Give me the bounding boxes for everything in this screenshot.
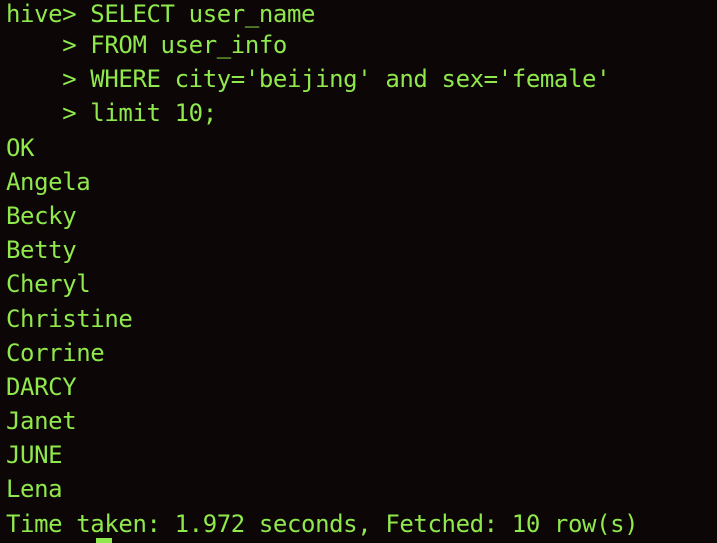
terminal-cursor — [96, 538, 112, 543]
prompt-line-from: > FROM user_info — [6, 31, 287, 59]
terminal-window[interactable]: hive> SELECT user_name > FROM user_info … — [0, 0, 717, 543]
prompt-line-limit: > limit 10; — [6, 99, 217, 128]
prompt-line-where: > WHERE city='beijing' and sex='female' — [6, 65, 611, 94]
result-row: Betty — [6, 236, 77, 265]
status-ok: OK — [6, 133, 35, 162]
result-row: DARCY — [6, 372, 77, 401]
result-row: Becky — [6, 201, 77, 230]
result-row: Janet — [6, 407, 77, 436]
prompt-line-select: hive> SELECT user_name — [6, 0, 316, 28]
result-row: Lena — [6, 475, 63, 504]
result-row: Christine — [6, 304, 133, 333]
timing-summary: Time taken: 1.972 seconds, Fetched: 10 r… — [6, 509, 639, 538]
result-row: Corrine — [6, 338, 105, 367]
result-row: JUNE — [6, 441, 63, 470]
result-row: Cheryl — [6, 270, 91, 299]
result-row: Angela — [6, 167, 91, 196]
